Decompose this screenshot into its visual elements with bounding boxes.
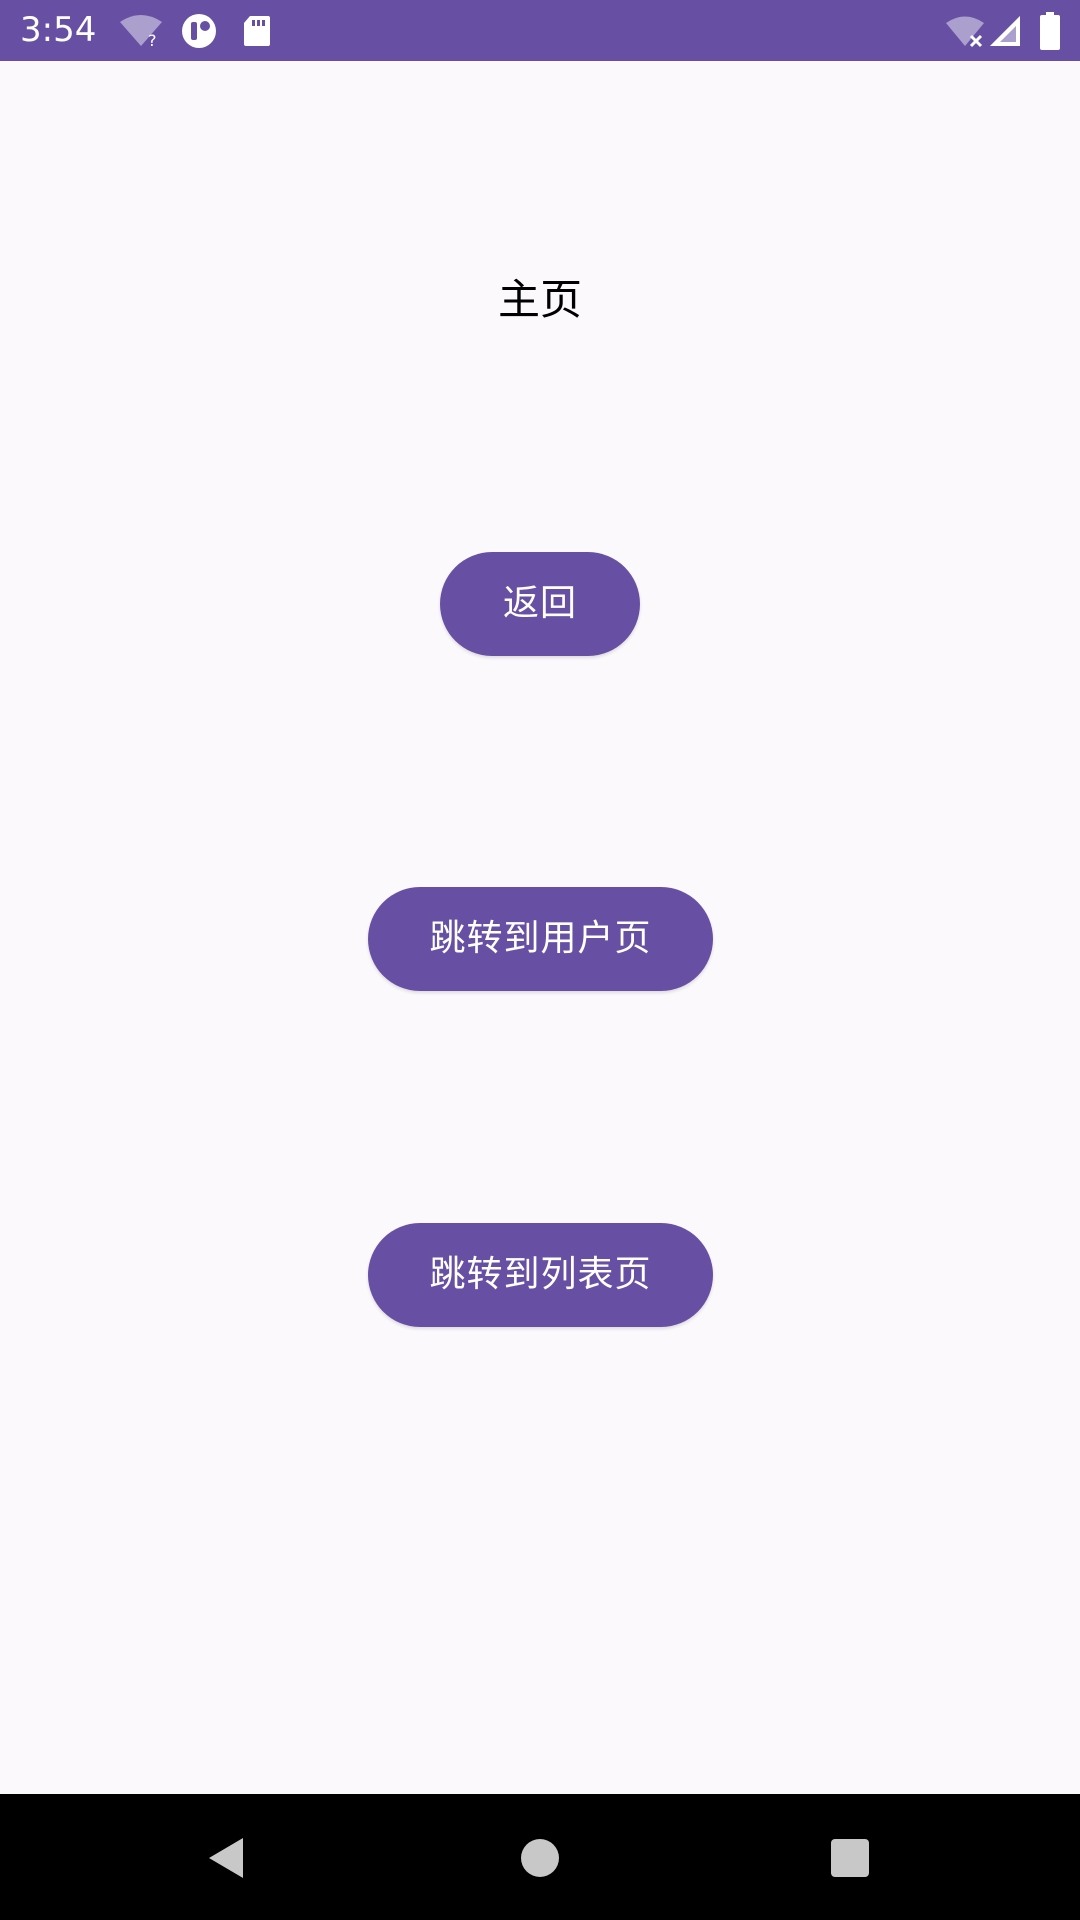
status-time: 3:54 bbox=[20, 10, 97, 50]
back-icon[interactable] bbox=[205, 1836, 245, 1880]
battery-icon bbox=[1040, 12, 1060, 50]
home-icon[interactable] bbox=[520, 1838, 560, 1878]
go-to-list-page-button[interactable]: 跳转到列表页 bbox=[368, 1223, 713, 1327]
page-title: 主页 bbox=[497, 275, 582, 324]
svg-text:?: ? bbox=[148, 31, 157, 48]
go-to-user-page-button[interactable]: 跳转到用户页 bbox=[368, 887, 713, 991]
round-app-icon bbox=[182, 14, 216, 48]
status-bar: 3:54 ? bbox=[0, 0, 1080, 61]
back-button[interactable]: 返回 bbox=[440, 552, 640, 656]
wifi-question-icon: ? bbox=[120, 15, 162, 48]
screen: 3:54 ? 主页 返回 跳转到用户页 跳转到列表页 bbox=[0, 0, 1080, 1920]
recents-icon[interactable] bbox=[830, 1838, 870, 1878]
sd-card-icon bbox=[244, 16, 270, 46]
wifi-no-internet-icon bbox=[946, 16, 984, 48]
cell-signal-icon bbox=[990, 16, 1020, 46]
